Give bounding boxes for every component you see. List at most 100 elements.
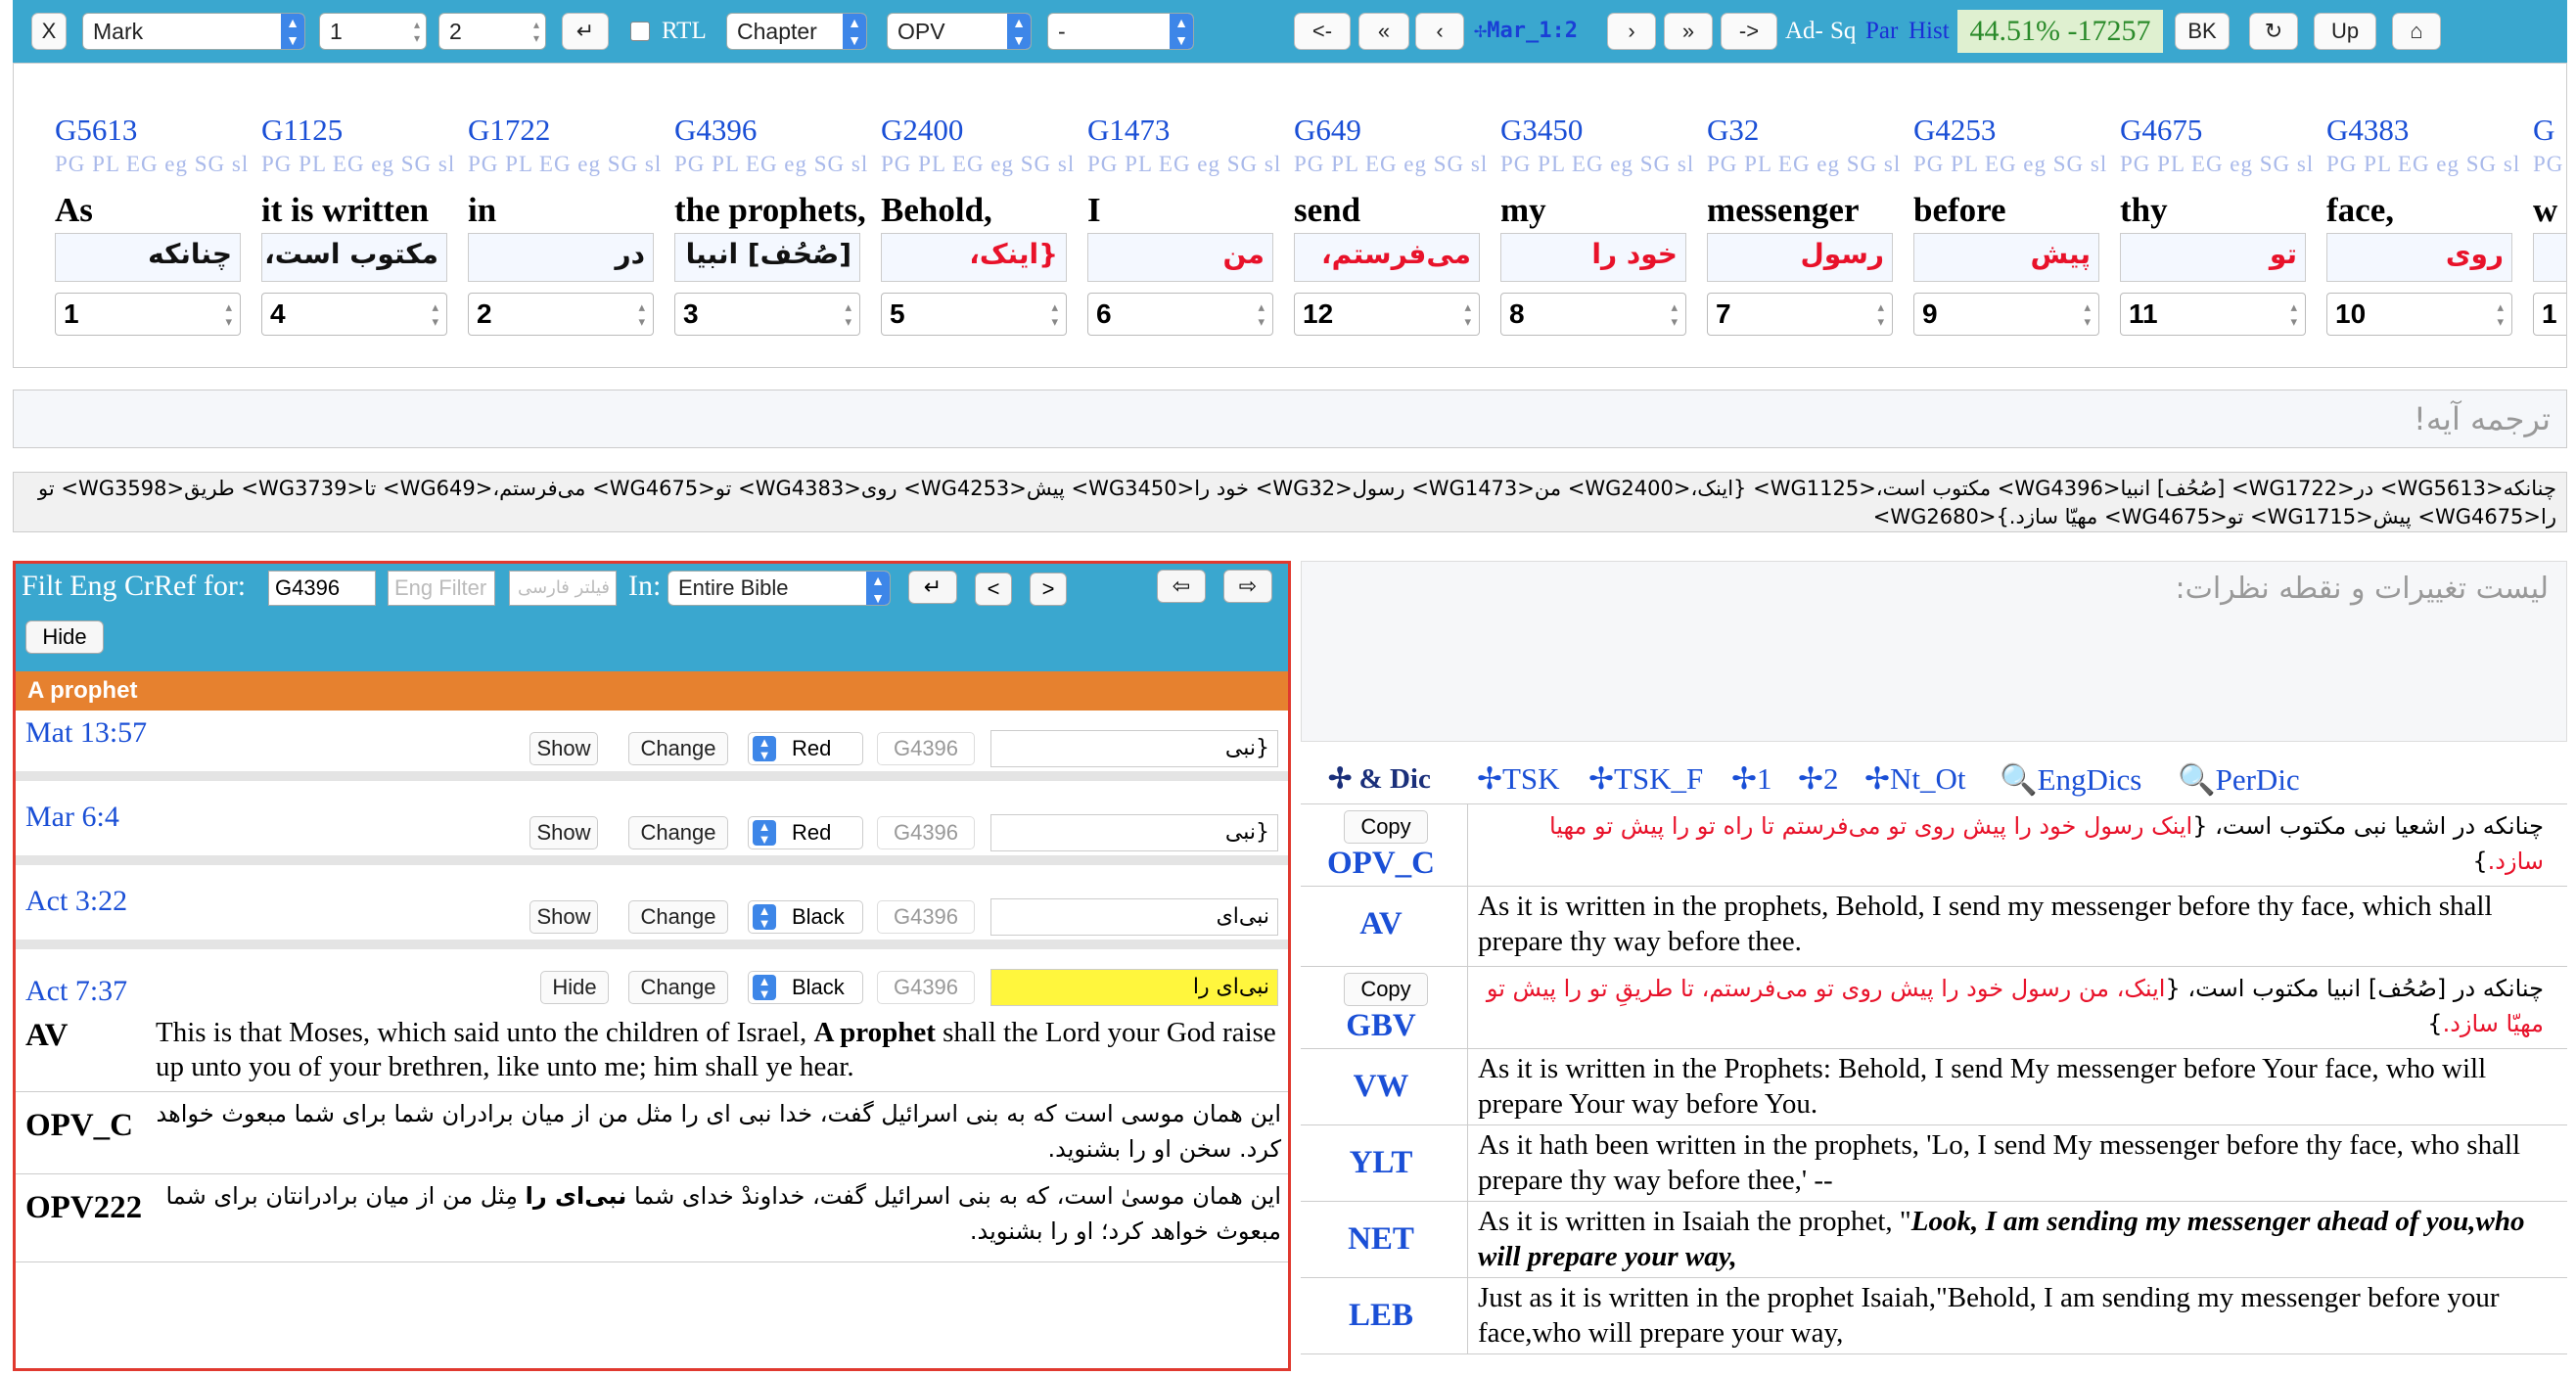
verse-reference-link[interactable]: Mar 6:4	[25, 801, 119, 833]
up-button[interactable]: Up	[2314, 13, 2376, 50]
ad-link[interactable]: Ad-	[1785, 13, 1823, 50]
word-tags[interactable]: PG PL EG eg SG sl	[2120, 152, 2314, 177]
translation-input[interactable]: ترجمه آیه!	[13, 390, 2567, 448]
word-tags[interactable]: PG PL EG eg SG sl	[261, 152, 455, 177]
show-toggle-button[interactable]: Hide	[540, 971, 609, 1004]
word-tags[interactable]: PG PL EG eg SG sl	[468, 152, 662, 177]
tab-2[interactable]: ✢2	[1798, 761, 1838, 797]
word-order-input[interactable]: 2 ▴ ▾	[468, 293, 654, 336]
refresh-icon[interactable]: ↻	[2249, 13, 2298, 50]
strongs-link[interactable]: G2400	[881, 113, 963, 148]
persian-word-input[interactable]: [صُحُف] انبیا	[674, 233, 860, 282]
persian-word-input[interactable]: چنانکه	[55, 233, 241, 282]
word-order-input[interactable]: 1▴▾	[2533, 293, 2566, 336]
color-select[interactable]: ▲ ▼ Red	[748, 732, 863, 765]
copy-button[interactable]: Copy	[1344, 973, 1428, 1006]
strongs-link[interactable]: G1125	[261, 113, 343, 148]
prev-result-button[interactable]: <	[975, 573, 1012, 606]
persian-word-input[interactable]: می‌فرستم،	[1294, 233, 1480, 282]
change-button[interactable]: Change	[628, 816, 728, 849]
hide-panel-button[interactable]: Hide	[25, 620, 104, 654]
close-button[interactable]: X	[31, 13, 67, 50]
book-select[interactable]: Mark ▲ ▼	[82, 13, 305, 50]
word-tags[interactable]: PG PL EG eg SG sl	[2533, 152, 2566, 177]
persian-word-input[interactable]: پیش	[1913, 233, 2099, 282]
next-result-button[interactable]: >	[1030, 573, 1067, 606]
word-order-input[interactable]: 8 ▴ ▾	[1500, 293, 1686, 336]
strongs-link[interactable]: G649	[1294, 113, 1361, 148]
scope-select[interactable]: Entire Bible ▲ ▼	[667, 571, 891, 606]
verse-reference-link[interactable]: Act 3:22	[25, 885, 127, 917]
strongs-link[interactable]: G32	[1707, 113, 1759, 148]
persian-word-input[interactable]: خود را	[1500, 233, 1686, 282]
filter-select[interactable]: - ▲ ▼	[1047, 13, 1194, 50]
color-select[interactable]: ▲ ▼ Black	[748, 900, 863, 934]
word-order-input[interactable]: 5 ▴ ▾	[881, 293, 1067, 336]
eng-filter-input[interactable]: Eng Filter	[388, 571, 495, 606]
word-order-input[interactable]: 10 ▴ ▾	[2326, 293, 2512, 336]
color-select[interactable]: ▲ ▼ Black	[748, 971, 863, 1004]
copy-button[interactable]: Copy	[1344, 810, 1428, 844]
persian-match-input[interactable]: نبی‌ای	[990, 898, 1278, 936]
word-order-input[interactable]: 12 ▴ ▾	[1294, 293, 1480, 336]
sq-link[interactable]: Sq	[1830, 13, 1856, 50]
home-icon[interactable]: ⌂	[2392, 13, 2441, 50]
persian-match-input[interactable]: نبی‌ای را	[990, 969, 1278, 1006]
tab-engdics[interactable]: 🔍EngDics	[2000, 761, 2141, 798]
word-tags[interactable]: PG PL EG eg SG sl	[1087, 152, 1281, 177]
version-label[interactable]: YLT	[1301, 1145, 1461, 1181]
notes-input[interactable]: لیست تغییرات و نقطه نظرات:	[1301, 561, 2567, 742]
word-order-input[interactable]: 4 ▴ ▾	[261, 293, 447, 336]
strongs-link[interactable]: G3450	[1500, 113, 1583, 148]
version-label[interactable]: GBV	[1301, 1008, 1461, 1044]
verse-reference-link[interactable]: Mat 13:57	[25, 716, 147, 749]
version-select[interactable]: OPV ▲ ▼	[887, 13, 1032, 50]
bookmark-button[interactable]: BK	[2175, 13, 2230, 50]
word-order-input[interactable]: 11 ▴ ▾	[2120, 293, 2306, 336]
persian-word-input[interactable]: رسول	[1707, 233, 1893, 282]
dic-tab[interactable]: ✢ & Dic	[1328, 761, 1431, 796]
strongs-link[interactable]: G4383	[2326, 113, 2409, 148]
strongs-link[interactable]: G5613	[55, 113, 137, 148]
word-tags[interactable]: PG PL EG eg SG sl	[55, 152, 249, 177]
show-toggle-button[interactable]: Show	[529, 900, 598, 934]
version-label[interactable]: LEB	[1301, 1298, 1461, 1334]
strongs-link[interactable]: G4253	[1913, 113, 1996, 148]
strongs-link[interactable]: G4675	[2120, 113, 2202, 148]
first-button[interactable]: «	[1358, 13, 1409, 50]
verse-input[interactable]: 2 ▴ ▾	[438, 13, 546, 50]
persian-word-input[interactable]: تو	[2120, 233, 2306, 282]
color-select[interactable]: ▲ ▼ Red	[748, 816, 863, 849]
version-label[interactable]: VW	[1301, 1069, 1461, 1105]
strongs-link[interactable]: G1722	[468, 113, 550, 148]
word-tags[interactable]: PG PL EG eg SG sl	[1294, 152, 1488, 177]
tab-1[interactable]: ✢1	[1731, 761, 1771, 797]
version-label[interactable]: NET	[1301, 1221, 1461, 1258]
tab-tsk[interactable]: ✢TSK	[1477, 761, 1560, 797]
show-toggle-button[interactable]: Show	[529, 732, 598, 765]
show-toggle-button[interactable]: Show	[529, 816, 598, 849]
word-order-input[interactable]: 6 ▴ ▾	[1087, 293, 1273, 336]
arrow-right-icon[interactable]: ⇨	[1223, 570, 1272, 603]
prev-button[interactable]: ‹	[1415, 13, 1464, 50]
next-button[interactable]: ›	[1607, 13, 1656, 50]
arrow-left-icon[interactable]: ⇦	[1157, 570, 1206, 603]
unit-select[interactable]: Chapter ▲ ▼	[726, 13, 867, 50]
persian-word-input[interactable]: مکتوب است،	[261, 233, 447, 282]
go-button[interactable]: ↵	[562, 13, 609, 50]
verse-reference-link[interactable]: Act 7:37	[25, 975, 127, 1007]
current-reference[interactable]: ✢Mar_1:2	[1474, 13, 1578, 50]
change-button[interactable]: Change	[628, 900, 728, 934]
persian-word-input[interactable]: روی	[2326, 233, 2512, 282]
persian-word-input[interactable]: {اینک،	[881, 233, 1067, 282]
strongs-link[interactable]: G1473	[1087, 113, 1170, 148]
strongs-link[interactable]: G4396	[674, 113, 757, 148]
word-tags[interactable]: PG PL EG eg SG sl	[1500, 152, 1694, 177]
persian-word-input[interactable]	[2533, 233, 2566, 282]
tab-nt-ot[interactable]: ✢Nt_Ot	[1864, 761, 1965, 797]
word-tags[interactable]: PG PL EG eg SG sl	[881, 152, 1075, 177]
version-label[interactable]: AV	[1301, 906, 1461, 942]
word-order-input[interactable]: 3 ▴ ▾	[674, 293, 860, 336]
persian-match-input[interactable]: {نبی	[990, 730, 1278, 767]
last-button[interactable]: »	[1664, 13, 1713, 50]
